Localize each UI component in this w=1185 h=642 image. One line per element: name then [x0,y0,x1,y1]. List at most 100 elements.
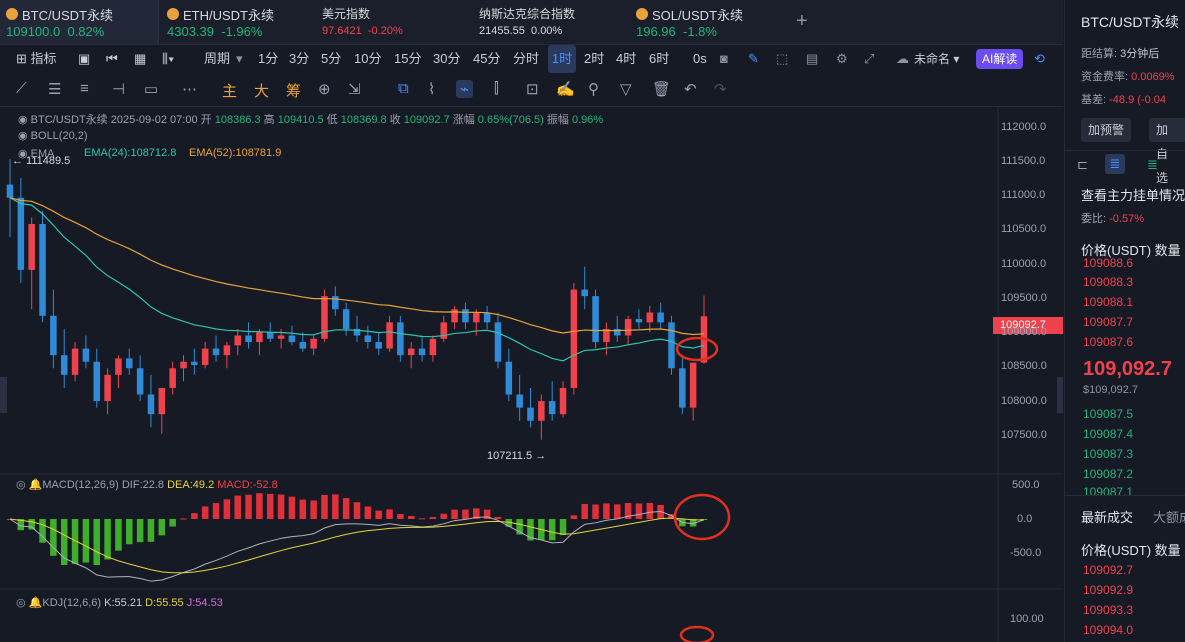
copy-icon[interactable]: ⧉ [398,80,409,97]
interval-45m[interactable]: 45分 [473,45,500,73]
ask-price[interactable]: 109088.3 [1083,275,1133,289]
orderbook-asks-icon[interactable]: ≣ [1105,154,1125,174]
fullscreen-icon[interactable]: ⤢ [864,45,874,73]
period-dropdown-icon[interactable]: ▾ [236,45,243,73]
add-alert-button[interactable]: 加预警 [1081,118,1132,142]
orderbook-both-icon[interactable]: ⊏ [1077,157,1088,173]
bid-price[interactable]: 109087.5 [1083,407,1133,421]
indicator-button[interactable]: ⊞ 指标 [16,45,57,73]
candle-body [624,319,632,336]
add-tab-icon[interactable]: + [796,10,808,33]
macd-bar [266,493,274,519]
bid-price[interactable]: 109087.2 [1083,467,1133,481]
candles-icon[interactable]: ⫿ [494,80,499,97]
horizontal-line-icon[interactable]: ≡ [80,80,89,97]
candle-body [299,342,307,349]
filter-icon[interactable]: ▽ [620,80,632,98]
interval-1h[interactable]: 1时 [548,45,576,73]
tab-price: 21455.55 0.00% [479,25,563,37]
crosshair-icon[interactable]: ⊕ [318,80,331,98]
bid-price[interactable]: 109087.3 [1083,447,1133,461]
interval-3m[interactable]: 3分 [289,45,309,73]
candle-body [494,322,502,362]
eye-icon[interactable]: ◉ [18,130,28,142]
brush-icon[interactable]: ⚲ [588,80,599,98]
bid-price[interactable]: 109087.1 [1083,485,1133,495]
add-watchlist-button[interactable]: 加自选 [1149,118,1185,185]
interval-4h[interactable]: 4时 [616,45,636,73]
chart-type-icon[interactable]: ⫼▾ [162,45,174,73]
big-order-tool[interactable]: 大 [254,80,269,101]
candle-body [548,401,556,415]
macd-bar [126,519,133,545]
share-icon[interactable]: ⟲ [1034,45,1045,73]
chart-area[interactable]: ◉ BTC/USDT永续 2025-09-02 07:00 开 108386.3… [0,107,1063,642]
tab-sol[interactable]: SOL/USDT永续 196.96 -1.8% [630,0,780,44]
calendar-icon[interactable]: ▣ [78,45,90,73]
more-tools-icon[interactable]: ⋯ [182,80,197,98]
interval-1m[interactable]: 1分 [258,45,280,73]
tab-eth[interactable]: ETH/USDT永续 4303.39 -1.96% [161,0,311,44]
interval-timeline[interactable]: 分时 [513,45,539,73]
tab-btc[interactable]: BTC/USDT永续 109100.0 0.82% [0,0,159,44]
rectangle-icon[interactable]: ▭ [144,80,158,98]
undo-icon[interactable]: ↶ [684,80,697,98]
ray-icon[interactable]: ⊣ [112,80,125,98]
ask-price[interactable]: 109087.7 [1083,315,1133,329]
template-icon[interactable]: ▤ [806,45,818,73]
lock-icon[interactable]: ⊡ [526,80,539,98]
bell-icon[interactable]: 🔔 [29,597,43,609]
interval-10m[interactable]: 10分 [354,45,381,73]
eye-icon[interactable]: ◉ [18,114,28,126]
right-scroll-handle[interactable] [1057,377,1063,413]
pencil-icon[interactable]: ✎ [748,45,759,73]
divider [1065,495,1185,496]
candle-body [397,322,404,356]
tab-big-trades[interactable]: 大额成 [1153,507,1185,526]
chip-tool[interactable]: 筹 [286,80,301,101]
period-button[interactable]: 周期 [204,45,230,73]
interval-2h[interactable]: 2时 [584,45,604,73]
trendline-icon[interactable]: ⟋ [16,80,27,97]
main-force-tool[interactable]: 主 [222,80,237,101]
ask-price[interactable]: 109088.1 [1083,295,1133,309]
interval-6h[interactable]: 6时 [649,45,669,73]
edit-icon[interactable]: ✍ [556,80,575,98]
bell-icon[interactable]: 🔔 [29,479,43,491]
ask-price[interactable]: 109088.6 [1083,256,1133,270]
measure-icon[interactable]: ⇲ [348,80,361,98]
interval-0s[interactable]: 0s [693,45,707,73]
screenshot-icon[interactable]: ⬚ [776,45,788,73]
tab-nasdaq[interactable]: 纳斯达克综合指数 21455.55 0.00% [473,0,623,44]
tab-latest-trades[interactable]: 最新成交 [1081,507,1133,526]
replay-icon[interactable]: ⏮ [106,45,118,73]
candle-body [581,289,588,297]
ruler-icon[interactable]: ⌇ [428,80,435,98]
settings-gear-icon[interactable]: ⚙ [836,45,848,73]
camera-icon[interactable]: ◙ [720,45,728,73]
redo-icon[interactable]: ↷ [714,80,727,98]
y-tick: 111000.0 [1001,189,1046,201]
macd-bar [169,519,176,527]
ai-interpret-button[interactable]: AI解读 [976,49,1024,69]
left-scroll-handle[interactable] [0,377,7,413]
collapse-icon[interactable]: ◎ [16,597,26,609]
interval-15m[interactable]: 15分 [394,45,421,73]
candle-body [212,348,220,356]
collapse-icon[interactable]: ◎ [16,479,26,491]
annotation-circle-kdj [679,625,715,642]
sol-coin-icon [636,8,648,20]
bid-price[interactable]: 109087.4 [1083,427,1133,441]
interval-5m[interactable]: 5分 [321,45,341,73]
tab-dxy[interactable]: 美元指数 97.6421 -0.20% [316,0,466,44]
ema52-line [9,197,705,336]
layout-icon[interactable]: ▦ [134,45,146,73]
orders-title[interactable]: 查看主力挂单情况 [1081,185,1185,204]
interval-30m[interactable]: 30分 [433,45,460,73]
orderbook-bids-icon[interactable]: ≣ [1147,157,1158,173]
layout-name-select[interactable]: 未命名 ▾ [914,45,959,73]
trash-icon[interactable]: 🗑 [652,80,671,98]
magnet-icon[interactable]: ⌁ [456,80,474,98]
parallel-lines-icon[interactable]: ☰ [48,80,61,98]
ask-price[interactable]: 109087.6 [1083,335,1133,349]
